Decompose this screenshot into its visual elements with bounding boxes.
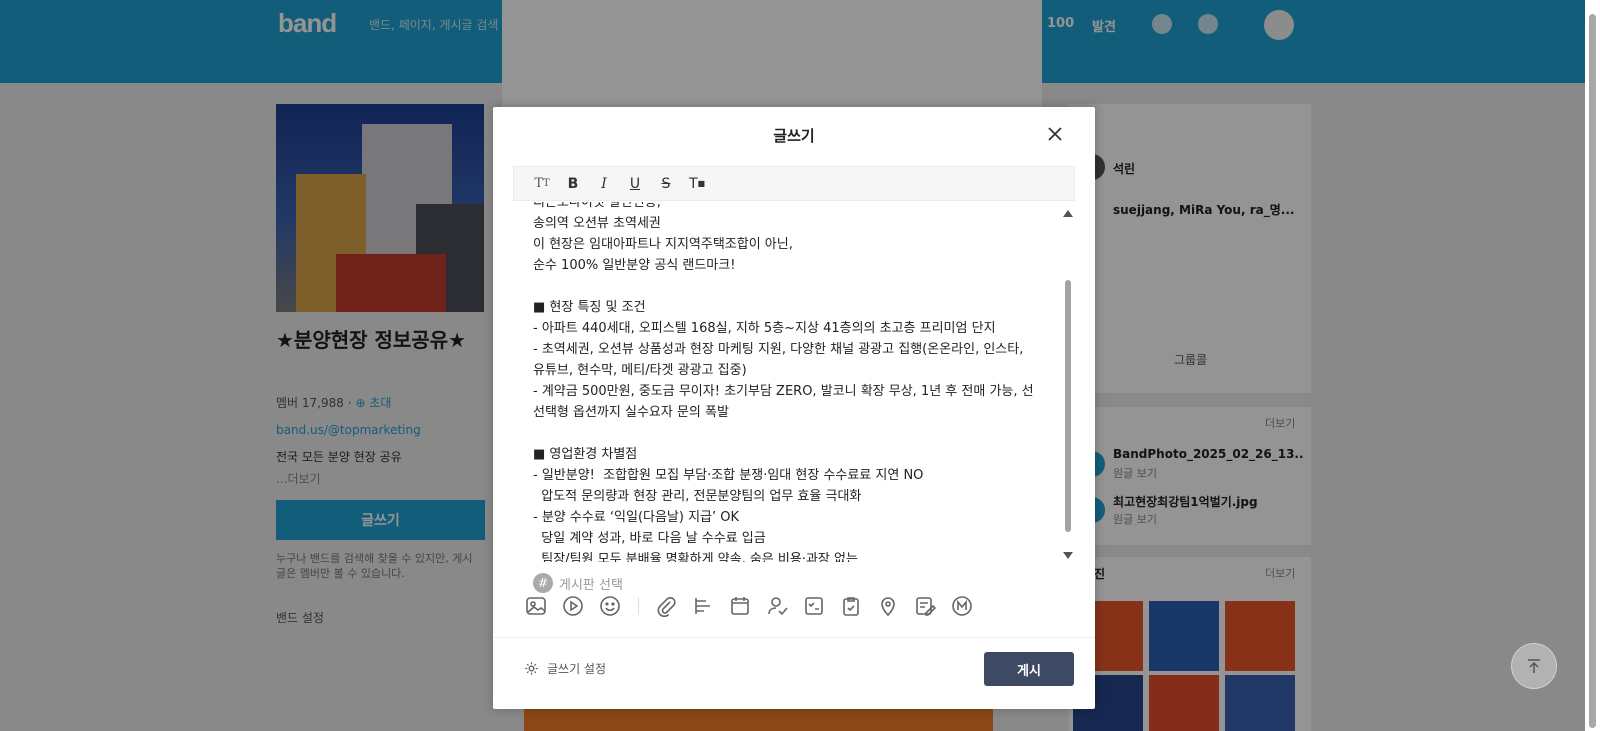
post-button[interactable]: 게시 xyxy=(984,652,1074,686)
editor-line[interactable]: - 분양 수수료 ‘익일(다음날) 지급’ OK xyxy=(533,507,1038,528)
editor-line[interactable]: 팀장/팀원 모두 분배율 명확하게 약속, 숨은 비용·과장 없는 xyxy=(533,549,1038,562)
close-button[interactable] xyxy=(1044,123,1066,145)
image-icon[interactable] xyxy=(523,593,549,619)
post-editor[interactable]: 리는모다이엇 달단인용, 송의역 오션뷰 초역세권 이 현장은 임대아파트나 지지역… xyxy=(513,202,1063,562)
board-select-button[interactable]: # 게시판 선택 xyxy=(533,573,623,593)
bold-button[interactable]: B xyxy=(565,176,581,192)
editor-line[interactable]: - 아파트 440세대, 오피스텔 168실, 지하 5층~지상 41층의의 초… xyxy=(533,318,1038,339)
italic-button[interactable]: I xyxy=(596,176,612,192)
scroll-up-icon[interactable] xyxy=(1063,210,1073,217)
attachment-icon[interactable] xyxy=(653,593,679,619)
format-toolbar: TT B I U S T ■ xyxy=(513,166,1075,201)
dialog-title: 글쓰기 xyxy=(773,127,815,145)
write-settings-label: 글쓰기 설정 xyxy=(547,662,607,676)
editor-line[interactable]: ■ 영업환경 차별점 xyxy=(533,444,1038,465)
quiz-icon[interactable] xyxy=(801,593,827,619)
todo-icon[interactable] xyxy=(838,593,864,619)
calendar-icon[interactable] xyxy=(727,593,753,619)
attachment-toolbar xyxy=(523,591,986,621)
write-post-dialog: 글쓰기 TT B I U S T ■ 리는모다이엇 달단인용, 송의역 오션뷰 초역… xyxy=(493,107,1095,709)
editor-content[interactable]: 리는모다이엇 달단인용, 송의역 오션뷰 초역세권 이 현장은 임대아파트나 지지역… xyxy=(533,202,1038,562)
write-settings-button[interactable]: 글쓰기 설정 xyxy=(524,660,606,677)
page-scrollbar[interactable] xyxy=(1585,0,1600,731)
close-icon xyxy=(1048,127,1062,141)
dialog-footer: 글쓰기 설정 게시 xyxy=(493,637,1095,709)
editor-line[interactable]: - 초역세권, 오션뷰 상품성과 현장 마케팅 지원, 다양한 채널 광광고 집… xyxy=(533,339,1038,381)
editor-line[interactable] xyxy=(533,276,1038,297)
board-select-label: 게시판 선택 xyxy=(559,577,623,593)
video-icon[interactable] xyxy=(560,593,586,619)
editor-line[interactable]: - 일반분양! 조합합원 모집 부담·조합 분쟁·임대 현장 수수료료 지연 N… xyxy=(533,465,1038,486)
memo-icon[interactable] xyxy=(912,593,938,619)
editor-line[interactable]: 이 현장은 임대아파트나 지지역주택조합이 아닌, xyxy=(533,234,1038,255)
scroll-down-icon[interactable] xyxy=(1063,552,1073,559)
gear-icon xyxy=(525,662,538,675)
arrow-up-icon xyxy=(1528,659,1540,673)
scroll-to-top-button[interactable] xyxy=(1511,643,1557,689)
editor-scrollbar[interactable] xyxy=(1062,204,1074,566)
location-icon[interactable] xyxy=(875,593,901,619)
editor-line[interactable]: ■ 현장 특징 및 조건 xyxy=(533,297,1038,318)
editor-line[interactable]: 송의역 오션뷰 초역세권 xyxy=(533,213,1038,234)
font-size-button[interactable]: TT xyxy=(534,176,550,192)
strikethrough-button[interactable]: S xyxy=(658,176,674,192)
editor-scroll-thumb[interactable] xyxy=(1065,280,1071,532)
editor-line[interactable] xyxy=(533,423,1038,444)
editor-line[interactable]: 당일 계약 성과, 바로 다음 날 수수료 입금 xyxy=(533,528,1038,549)
m-icon[interactable] xyxy=(949,593,975,619)
editor-line[interactable]: 리는모다이엇 달단인용, xyxy=(533,202,1038,213)
mention-icon[interactable] xyxy=(764,593,790,619)
clear-format-button[interactable]: T ■ xyxy=(689,176,705,192)
hash-icon: # xyxy=(533,573,553,593)
toolbar-divider xyxy=(638,597,639,615)
editor-line[interactable]: 순수 100% 일반분양 공식 랜드마크! xyxy=(533,255,1038,276)
underline-button[interactable]: U xyxy=(627,176,643,192)
poll-icon[interactable] xyxy=(690,593,716,619)
editor-line[interactable]: 압도적 문의량과 현장 관리, 전문분양팀의 업무 효율 극대화 xyxy=(533,486,1038,507)
editor-line[interactable]: - 계약금 500만원, 중도금 무이자! 초기부담 ZERO, 발코니 확장 … xyxy=(533,381,1038,423)
emoji-icon[interactable] xyxy=(597,593,623,619)
